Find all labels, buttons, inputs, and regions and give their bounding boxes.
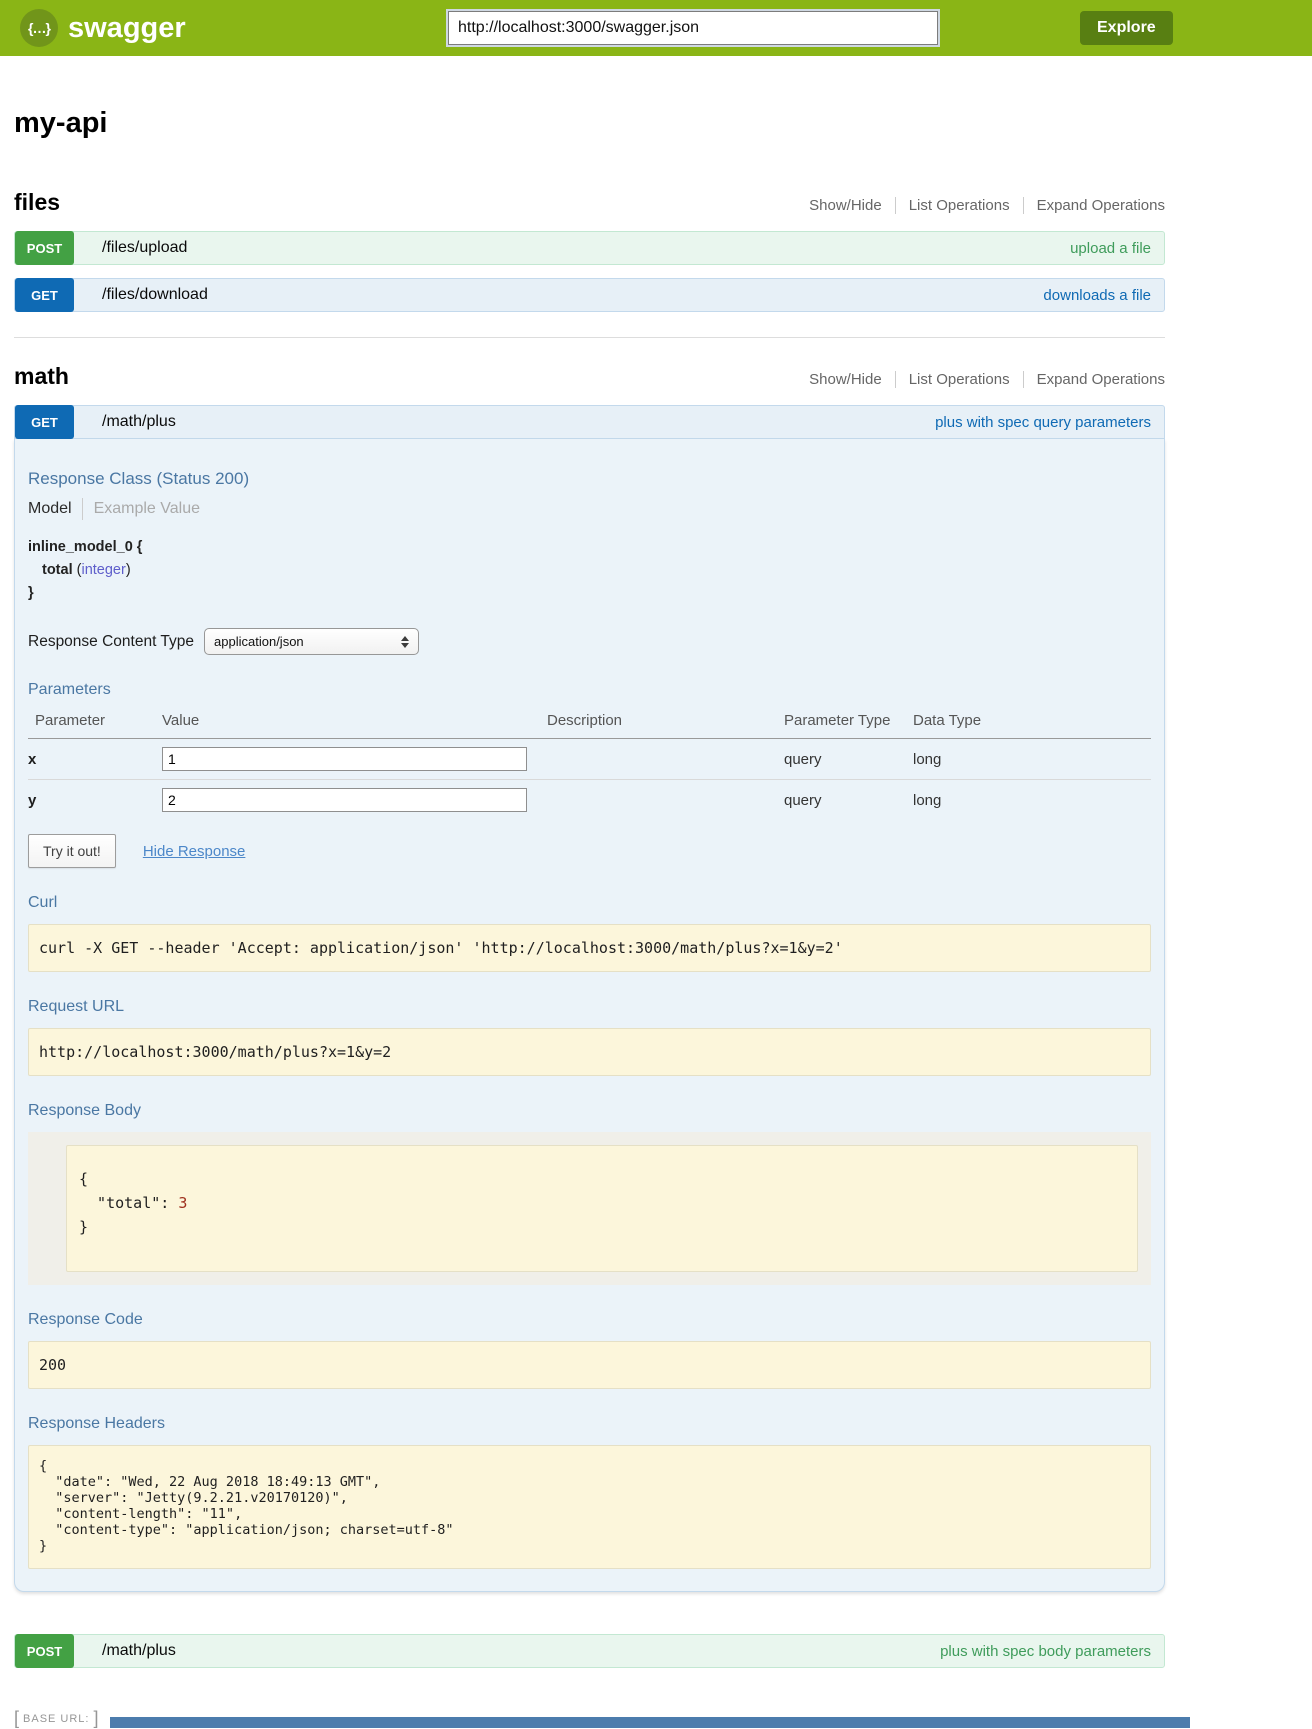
request-url-heading: Request URL	[28, 998, 1151, 1016]
response-body-json: { "total": 3 }	[66, 1145, 1138, 1272]
parameter-name: y	[28, 780, 162, 821]
operation-row-get-math-plus[interactable]: GET /math/plus plus with spec query para…	[14, 405, 1165, 439]
bottom-bar	[110, 1717, 1190, 1728]
json-number-value: 3	[178, 1194, 187, 1212]
operation-path-link[interactable]: /math/plus	[102, 413, 176, 431]
show-hide-link[interactable]: Show/Hide	[796, 371, 895, 388]
operation-detail-panel: Response Class (Status 200) Model Exampl…	[14, 439, 1165, 1592]
operation-row-get-files-download[interactable]: GET /files/download downloads a file	[14, 278, 1165, 312]
operation-row-post-math-plus[interactable]: POST /math/plus plus with spec body para…	[14, 1634, 1165, 1668]
response-class-heading: Response Class (Status 200)	[28, 469, 1151, 489]
response-body-container: { "total": 3 }	[28, 1132, 1151, 1285]
get-method-badge: GET	[15, 278, 74, 312]
expand-operations-link[interactable]: Expand Operations	[1023, 197, 1165, 214]
selected-content-type: application/json	[214, 634, 304, 649]
files-section-links: Show/Hide List Operations Expand Operati…	[796, 197, 1165, 214]
tab-example-value[interactable]: Example Value	[83, 500, 200, 518]
spec-url-input[interactable]	[448, 11, 938, 45]
math-section-header: math Show/Hide List Operations Expand Op…	[14, 363, 1165, 390]
property-type: integer	[81, 562, 125, 578]
col-parameter-type: Parameter Type	[784, 707, 913, 739]
col-description: Description	[547, 707, 784, 739]
math-section-links: Show/Hide List Operations Expand Operati…	[796, 371, 1165, 388]
data-type-value: long	[913, 739, 1151, 780]
response-code-heading: Response Code	[28, 1311, 1151, 1329]
curl-command-block: curl -X GET --header 'Accept: applicatio…	[28, 924, 1151, 972]
operation-row-post-files-upload[interactable]: POST /files/upload upload a file	[14, 231, 1165, 265]
col-data-type: Data Type	[913, 707, 1151, 739]
api-title: my-api	[14, 107, 1165, 140]
operation-summary: plus with spec body parameters	[940, 1643, 1151, 1660]
swagger-brand-link[interactable]: {…} swagger	[20, 9, 186, 47]
list-operations-link[interactable]: List Operations	[895, 371, 1023, 388]
operation-path-link[interactable]: /files/download	[102, 286, 208, 304]
section-divider	[14, 337, 1165, 338]
parameter-x-input[interactable]	[162, 747, 527, 771]
swagger-logo-icon: {…}	[20, 9, 58, 47]
parameter-name: x	[28, 739, 162, 780]
parameter-row-y: y query long	[28, 780, 1151, 821]
try-it-out-button[interactable]: Try it out!	[28, 834, 116, 868]
get-method-badge: GET	[15, 405, 74, 439]
post-method-badge: POST	[15, 231, 74, 265]
model-tabs: Model Example Value	[28, 498, 1151, 520]
hide-response-link[interactable]: Hide Response	[143, 843, 246, 860]
expanded-operation-get-math-plus: GET /math/plus plus with spec query para…	[14, 405, 1165, 1592]
parameter-description	[547, 739, 784, 780]
data-type-value: long	[913, 780, 1151, 821]
operation-summary: plus with spec query parameters	[935, 414, 1151, 431]
content-wrap: my-api files Show/Hide List Operations E…	[14, 107, 1165, 1729]
show-hide-link[interactable]: Show/Hide	[796, 197, 895, 214]
tab-model[interactable]: Model	[28, 500, 82, 518]
top-bar: {…} swagger Explore	[0, 0, 1312, 56]
math-section-title[interactable]: math	[14, 363, 69, 390]
operation-path-link[interactable]: /math/plus	[102, 1642, 176, 1660]
response-content-type-label: Response Content Type	[28, 633, 194, 651]
list-operations-link[interactable]: List Operations	[895, 197, 1023, 214]
footer-close-bracket: ]	[93, 1708, 98, 1729]
parameters-table: Parameter Value Description Parameter Ty…	[28, 707, 1151, 820]
model-signature: inline_model_0 { total (integer) }	[28, 539, 1151, 601]
files-section-title[interactable]: files	[14, 189, 60, 216]
response-content-type-select[interactable]: application/json	[204, 628, 419, 655]
parameter-description	[547, 780, 784, 821]
parameters-header-row: Parameter Value Description Parameter Ty…	[28, 707, 1151, 739]
col-parameter: Parameter	[28, 707, 162, 739]
select-arrows-icon	[401, 636, 409, 648]
operation-path-link[interactable]: /files/upload	[102, 239, 187, 257]
response-headers-block: { "date": "Wed, 22 Aug 2018 18:49:13 GMT…	[28, 1445, 1151, 1569]
parameter-type-value: query	[784, 780, 913, 821]
response-body-heading: Response Body	[28, 1102, 1151, 1120]
files-section-header: files Show/Hide List Operations Expand O…	[14, 189, 1165, 216]
model-property: total (integer)	[42, 562, 1151, 578]
parameter-y-input[interactable]	[162, 788, 527, 812]
operation-summary: upload a file	[1070, 240, 1151, 257]
try-it-out-row: Try it out! Hide Response	[28, 834, 1151, 868]
parameters-heading: Parameters	[28, 681, 1151, 699]
response-headers-heading: Response Headers	[28, 1415, 1151, 1433]
explore-button[interactable]: Explore	[1080, 11, 1173, 45]
response-content-type-row: Response Content Type application/json	[28, 628, 1151, 655]
post-method-badge: POST	[15, 1634, 74, 1668]
base-url-label: BASE URL:	[23, 1713, 89, 1725]
col-value: Value	[162, 707, 547, 739]
brand-title: swagger	[68, 12, 186, 45]
response-code-block: 200	[28, 1341, 1151, 1389]
parameter-row-x: x query long	[28, 739, 1151, 780]
operation-summary: downloads a file	[1043, 287, 1151, 304]
footer-open-bracket: [	[14, 1708, 19, 1729]
request-url-block: http://localhost:3000/math/plus?x=1&y=2	[28, 1028, 1151, 1076]
parameter-type-value: query	[784, 739, 913, 780]
model-closing-brace: }	[28, 585, 1151, 601]
curl-heading: Curl	[28, 894, 1151, 912]
expand-operations-link[interactable]: Expand Operations	[1023, 371, 1165, 388]
model-declaration: inline_model_0 {	[28, 539, 1151, 555]
